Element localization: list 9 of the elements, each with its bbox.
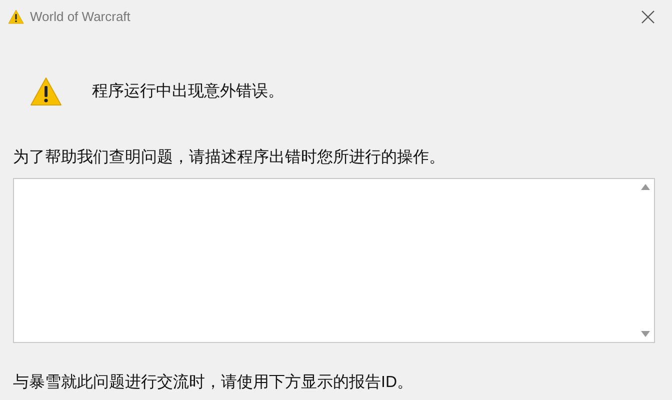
prompt-text: 为了帮助我们查明问题，请描述程序出错时您所进行的操作。	[13, 148, 446, 168]
window-title: World of Warcraft	[30, 8, 130, 26]
description-field[interactable]	[13, 178, 655, 343]
scroll-up-icon[interactable]	[641, 184, 650, 190]
scroll-down-icon[interactable]	[641, 331, 650, 337]
error-message: 程序运行中出现意外错误。	[92, 82, 284, 102]
report-instructions: 与暴雪就此问题进行交流时，请使用下方显示的报告ID。	[13, 372, 414, 393]
warning-icon	[8, 9, 24, 25]
warning-icon	[29, 76, 63, 108]
